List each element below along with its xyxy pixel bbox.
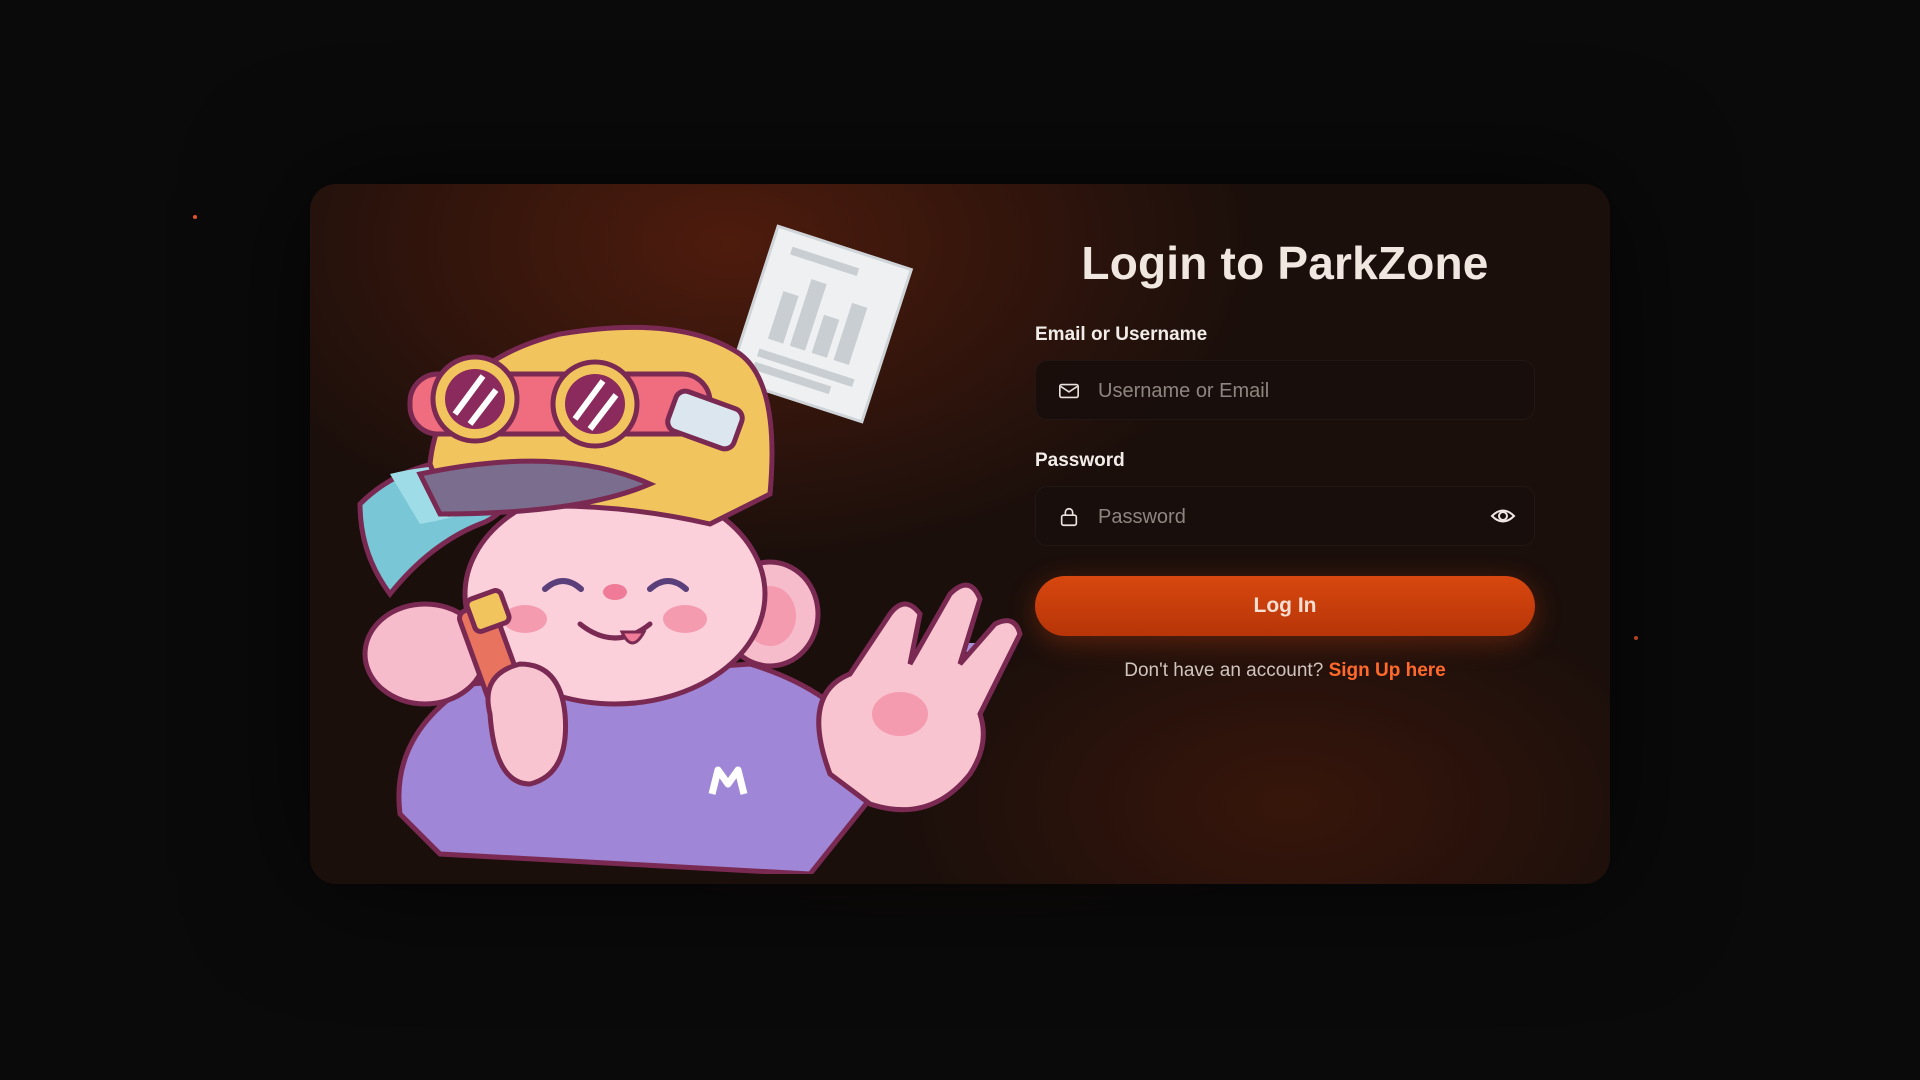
signup-prompt: Don't have an account? — [1124, 660, 1324, 681]
page-title: Login to ParkZone — [1081, 237, 1489, 289]
password-input[interactable] — [1096, 487, 1480, 547]
email-field-wrapper — [1035, 360, 1535, 421]
eye-icon[interactable] — [1490, 505, 1516, 527]
signup-link[interactable]: Sign Up here — [1329, 660, 1446, 681]
password-label: Password — [1035, 450, 1125, 471]
email-label: Email or Username — [1035, 324, 1208, 345]
login-card: Login to ParkZone Email or Username Pass… — [310, 184, 1610, 884]
lock-icon — [1060, 507, 1078, 527]
waving-hand — [816, 582, 1023, 813]
login-button[interactable]: Log In — [1035, 576, 1535, 636]
spark-dot — [193, 215, 197, 219]
spark-dot — [1634, 636, 1638, 640]
mascot-illustration — [357, 224, 1023, 874]
login-form: Login to ParkZone Email or Username Pass… — [1035, 236, 1535, 682]
email-input[interactable] — [1096, 361, 1480, 421]
password-field-wrapper — [1035, 486, 1535, 547]
mail-icon — [1059, 383, 1079, 399]
signup-row: Don't have an account? Sign Up here — [1035, 660, 1535, 682]
